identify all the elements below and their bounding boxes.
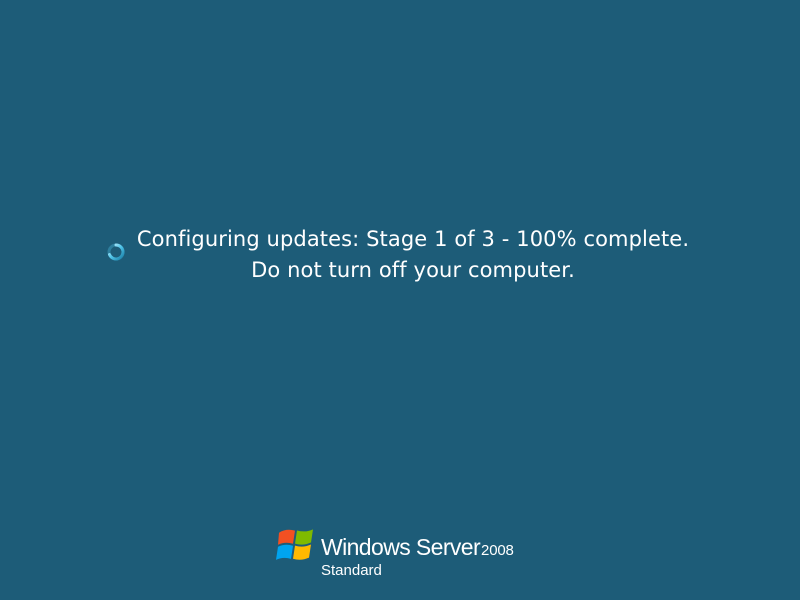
windows-flag-icon bbox=[276, 529, 313, 560]
status-message: Configuring updates: Stage 1 of 3 - 100%… bbox=[0, 224, 800, 286]
product-name-text: Windows Server bbox=[321, 534, 481, 560]
product-name: Windows Server2008 bbox=[321, 534, 514, 561]
product-edition: Standard bbox=[321, 562, 382, 579]
product-branding: Windows Server2008 Standard bbox=[275, 524, 535, 584]
product-version: 2008 bbox=[481, 542, 514, 559]
update-screen: Configuring updates: Stage 1 of 3 - 100%… bbox=[0, 0, 800, 600]
status-line-warning: Do not turn off your computer. bbox=[251, 258, 575, 282]
status-line-progress: Configuring updates: Stage 1 of 3 - 100%… bbox=[136, 227, 690, 251]
